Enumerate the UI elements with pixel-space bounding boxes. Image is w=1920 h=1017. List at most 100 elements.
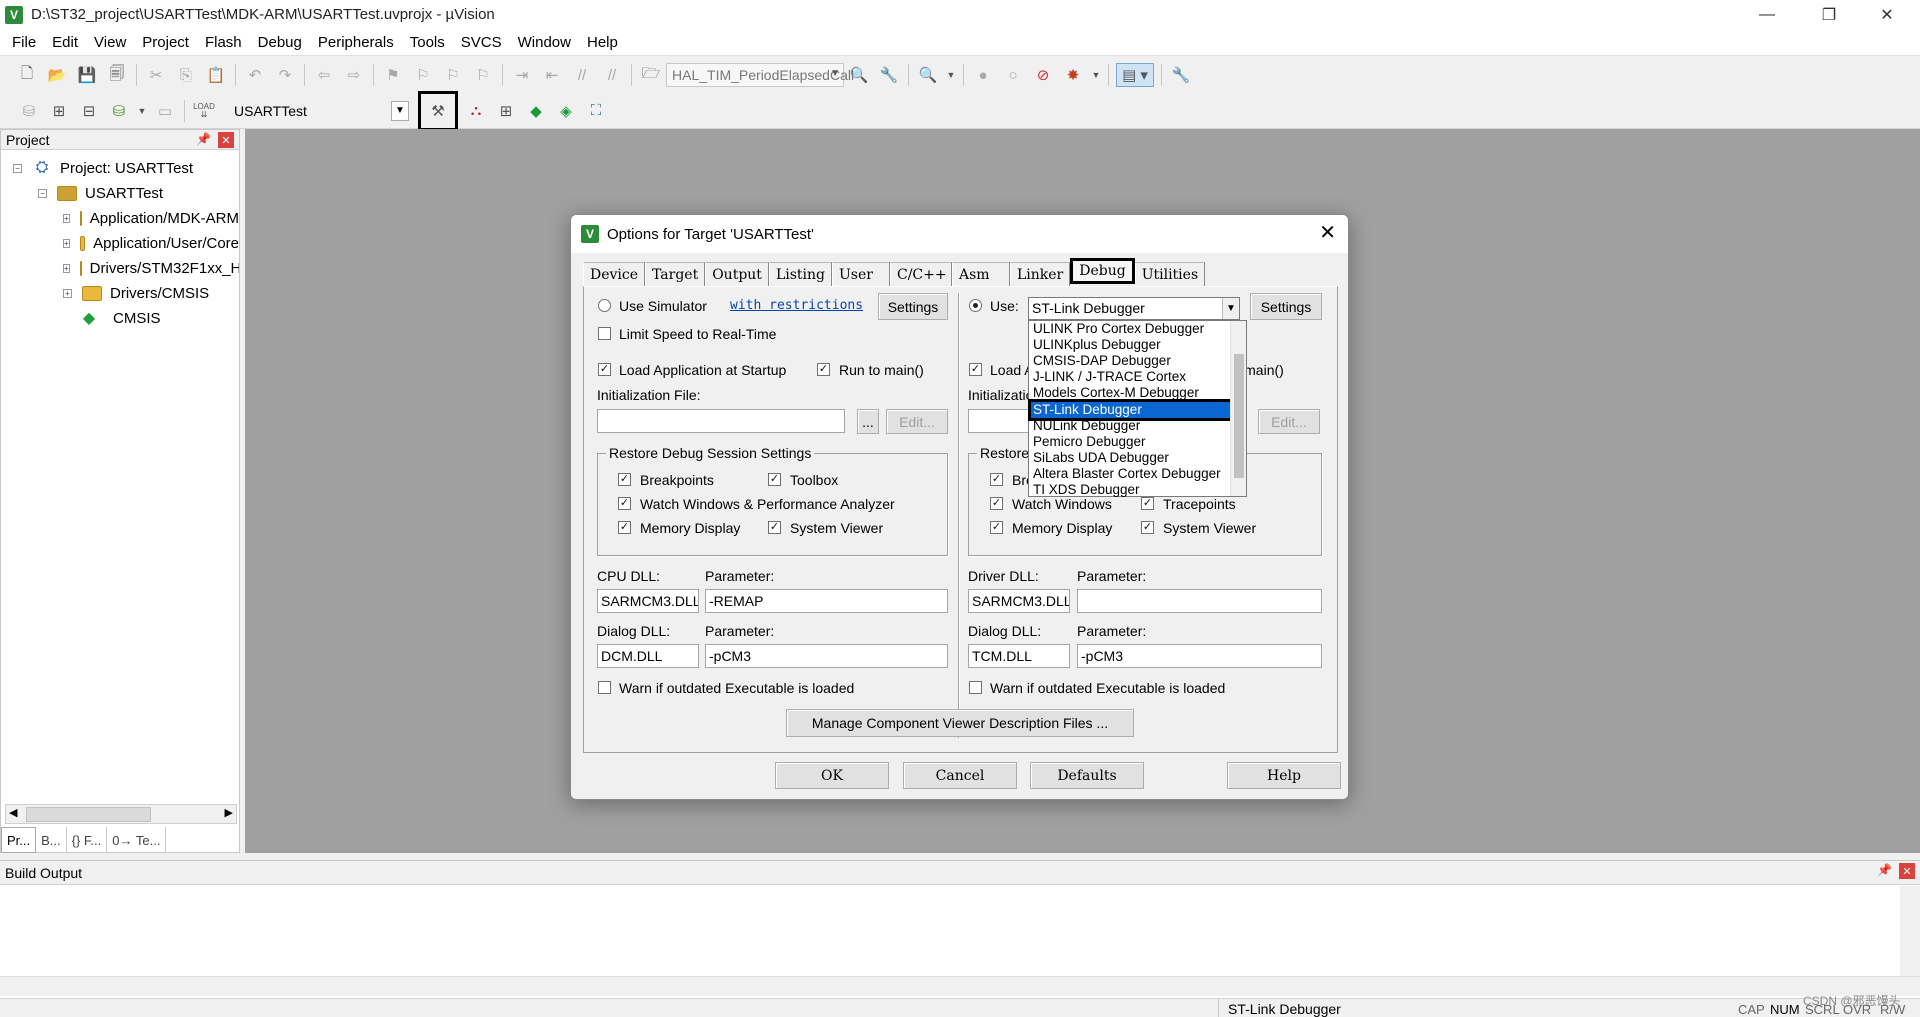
use-simulator-radio[interactable]	[598, 299, 611, 312]
pin-icon[interactable]: 📌	[196, 132, 211, 146]
horizontal-scrollbar[interactable]: ◀ ▶	[5, 804, 237, 824]
dropdown-option[interactable]: SiLabs UDA Debugger	[1031, 450, 1169, 466]
window-layout-icon[interactable]: ▤ ▾	[1116, 63, 1154, 87]
kill-breakpoints-icon[interactable]: ✸	[1061, 63, 1085, 87]
tab-user[interactable]: User	[831, 262, 890, 286]
menu-window[interactable]: Window	[510, 29, 579, 56]
cut-icon[interactable]: ✂	[144, 63, 168, 87]
tab-target[interactable]: Target	[645, 262, 706, 286]
close-icon[interactable]: ✕	[1319, 223, 1336, 243]
dialog-dll-field[interactable]: DCM.DLL	[597, 644, 699, 668]
restrictions-link[interactable]: with restrictions	[730, 298, 863, 313]
prev-bookmark-icon[interactable]: ⚐	[411, 63, 435, 87]
file-extensions-icon[interactable]: ⊞	[494, 99, 518, 123]
uncomment-icon[interactable]: //	[600, 63, 624, 87]
restore-button[interactable]: ❐	[1800, 0, 1858, 29]
navigate-forward-icon[interactable]: ⇨	[342, 63, 366, 87]
limit-speed-checkbox[interactable]	[598, 327, 611, 340]
dropdown-option[interactable]: J-LINK / J-TRACE Cortex	[1031, 369, 1186, 385]
save-icon[interactable]: 💾	[75, 63, 99, 87]
stop-build-icon[interactable]: ▭	[153, 99, 177, 123]
target-select[interactable]: USARTTest ▼	[229, 98, 409, 123]
dropdown-option[interactable]: CMSIS-DAP Debugger	[1031, 353, 1171, 369]
batch-build-icon[interactable]: ⛁	[107, 99, 131, 123]
menu-edit[interactable]: Edit	[44, 29, 86, 56]
chevron-down-icon[interactable]: ▼	[946, 63, 956, 87]
driver-param-field[interactable]	[1077, 589, 1322, 613]
breakpoints-checkbox[interactable]: ✓	[618, 473, 631, 486]
redo-icon[interactable]: ↷	[273, 63, 297, 87]
debugger-settings-button[interactable]: Settings	[1250, 293, 1322, 320]
menu-peripherals[interactable]: Peripherals	[310, 29, 402, 56]
system-viewer-checkbox[interactable]: ✓	[768, 521, 781, 534]
watch-windows-checkbox[interactable]: ✓	[618, 497, 631, 510]
menu-tools[interactable]: Tools	[402, 29, 453, 56]
dropdown-option[interactable]: TI XDS Debugger	[1031, 482, 1140, 498]
browse-button[interactable]: ...	[857, 409, 879, 434]
tab-linker[interactable]: Linker	[1009, 262, 1071, 286]
comment-icon[interactable]: //	[570, 63, 594, 87]
translate-icon[interactable]: ⛁	[17, 99, 41, 123]
tab-output[interactable]: Output	[705, 262, 769, 286]
find-in-files-icon[interactable]: 🗁	[639, 63, 663, 87]
tree-item-project[interactable]: − ⛭ Project: USARTTest	[13, 156, 239, 180]
tree-item-cmsis[interactable]: ◆ CMSIS	[79, 306, 239, 330]
dialog-param-field[interactable]: -pCM3	[705, 644, 948, 668]
expand-icon[interactable]: +	[63, 263, 70, 273]
function-combo[interactable]: HAL_TIM_PeriodElapsedCall ▼	[666, 63, 854, 87]
init-file-input[interactable]	[597, 409, 845, 433]
menu-view[interactable]: View	[86, 29, 134, 56]
defaults-button[interactable]: Defaults	[1030, 762, 1144, 789]
tab-listing[interactable]: Listing	[768, 262, 832, 286]
tab-utilities[interactable]: Utilities	[1134, 262, 1206, 286]
menu-debug[interactable]: Debug	[250, 29, 310, 56]
scroll-left-icon[interactable]: ◀	[9, 806, 17, 819]
pack-installer-icon[interactable]: ⛶	[584, 99, 608, 123]
enable-breakpoint-icon[interactable]: ○	[1001, 63, 1025, 87]
undo-icon[interactable]: ↶	[243, 63, 267, 87]
tree-item-folder[interactable]: + Drivers/STM32F1xx_HAL_Driver	[63, 256, 239, 280]
scrollbar-thumb[interactable]	[1234, 354, 1244, 478]
edit-init-button-right[interactable]: Edit...	[1258, 409, 1320, 434]
use-debugger-radio[interactable]	[969, 299, 982, 312]
cancel-button[interactable]: Cancel	[903, 762, 1017, 789]
menu-svcs[interactable]: SVCS	[453, 29, 510, 56]
scrollbar-thumb[interactable]	[26, 807, 151, 822]
tab-books[interactable]: B...	[36, 827, 67, 853]
tree-item-folder[interactable]: + Drivers/CMSIS	[63, 281, 239, 305]
menu-help[interactable]: Help	[579, 29, 626, 56]
expand-icon[interactable]: +	[63, 238, 70, 248]
save-all-icon[interactable]: 🗐	[105, 63, 129, 87]
chevron-down-icon[interactable]: ▼	[137, 99, 147, 123]
incremental-find-icon[interactable]: 🔧	[877, 63, 901, 87]
clear-bookmarks-icon[interactable]: ⚐	[471, 63, 495, 87]
horizontal-scrollbar[interactable]	[0, 976, 1920, 996]
tab-debug[interactable]: Debug	[1070, 258, 1135, 284]
disable-breakpoints-icon[interactable]: ⊘	[1031, 63, 1055, 87]
insert-breakpoint-icon[interactable]: ●	[971, 63, 995, 87]
configure-icon[interactable]: 🔧	[1169, 63, 1193, 87]
menu-file[interactable]: File	[4, 29, 44, 56]
open-file-icon[interactable]: 📂	[45, 63, 69, 87]
dropdown-option[interactable]: ULINK Pro Cortex Debugger	[1031, 321, 1204, 337]
simulator-settings-button[interactable]: Settings	[878, 293, 948, 320]
dropdown-option[interactable]: Altera Blaster Cortex Debugger	[1031, 466, 1221, 482]
close-icon[interactable]: ✕	[218, 132, 234, 148]
dropdown-option[interactable]: ULINKplus Debugger	[1031, 337, 1161, 353]
copy-icon[interactable]: ⎘	[174, 63, 198, 87]
download-icon[interactable]: LOAD ⇊	[192, 99, 216, 123]
pin-icon[interactable]: 📌	[1877, 863, 1892, 877]
expand-icon[interactable]: +	[63, 288, 72, 298]
system-viewer-checkbox-right[interactable]: ✓	[1141, 521, 1154, 534]
menu-flash[interactable]: Flash	[197, 29, 250, 56]
warn-outdated-checkbox-right[interactable]	[969, 681, 982, 694]
menu-project[interactable]: Project	[134, 29, 197, 56]
tree-item-folder[interactable]: + Application/MDK-ARM	[63, 206, 239, 230]
dialog-param-field-right[interactable]: -pCM3	[1077, 644, 1322, 668]
edit-init-button[interactable]: Edit...	[886, 409, 948, 434]
memory-display-checkbox[interactable]: ✓	[618, 521, 631, 534]
toolbox-checkbox[interactable]: ✓	[768, 473, 781, 486]
manage-rte-icon[interactable]: ◆	[524, 99, 548, 123]
memory-display-checkbox-right[interactable]: ✓	[990, 521, 1003, 534]
next-bookmark-icon[interactable]: ⚐	[441, 63, 465, 87]
